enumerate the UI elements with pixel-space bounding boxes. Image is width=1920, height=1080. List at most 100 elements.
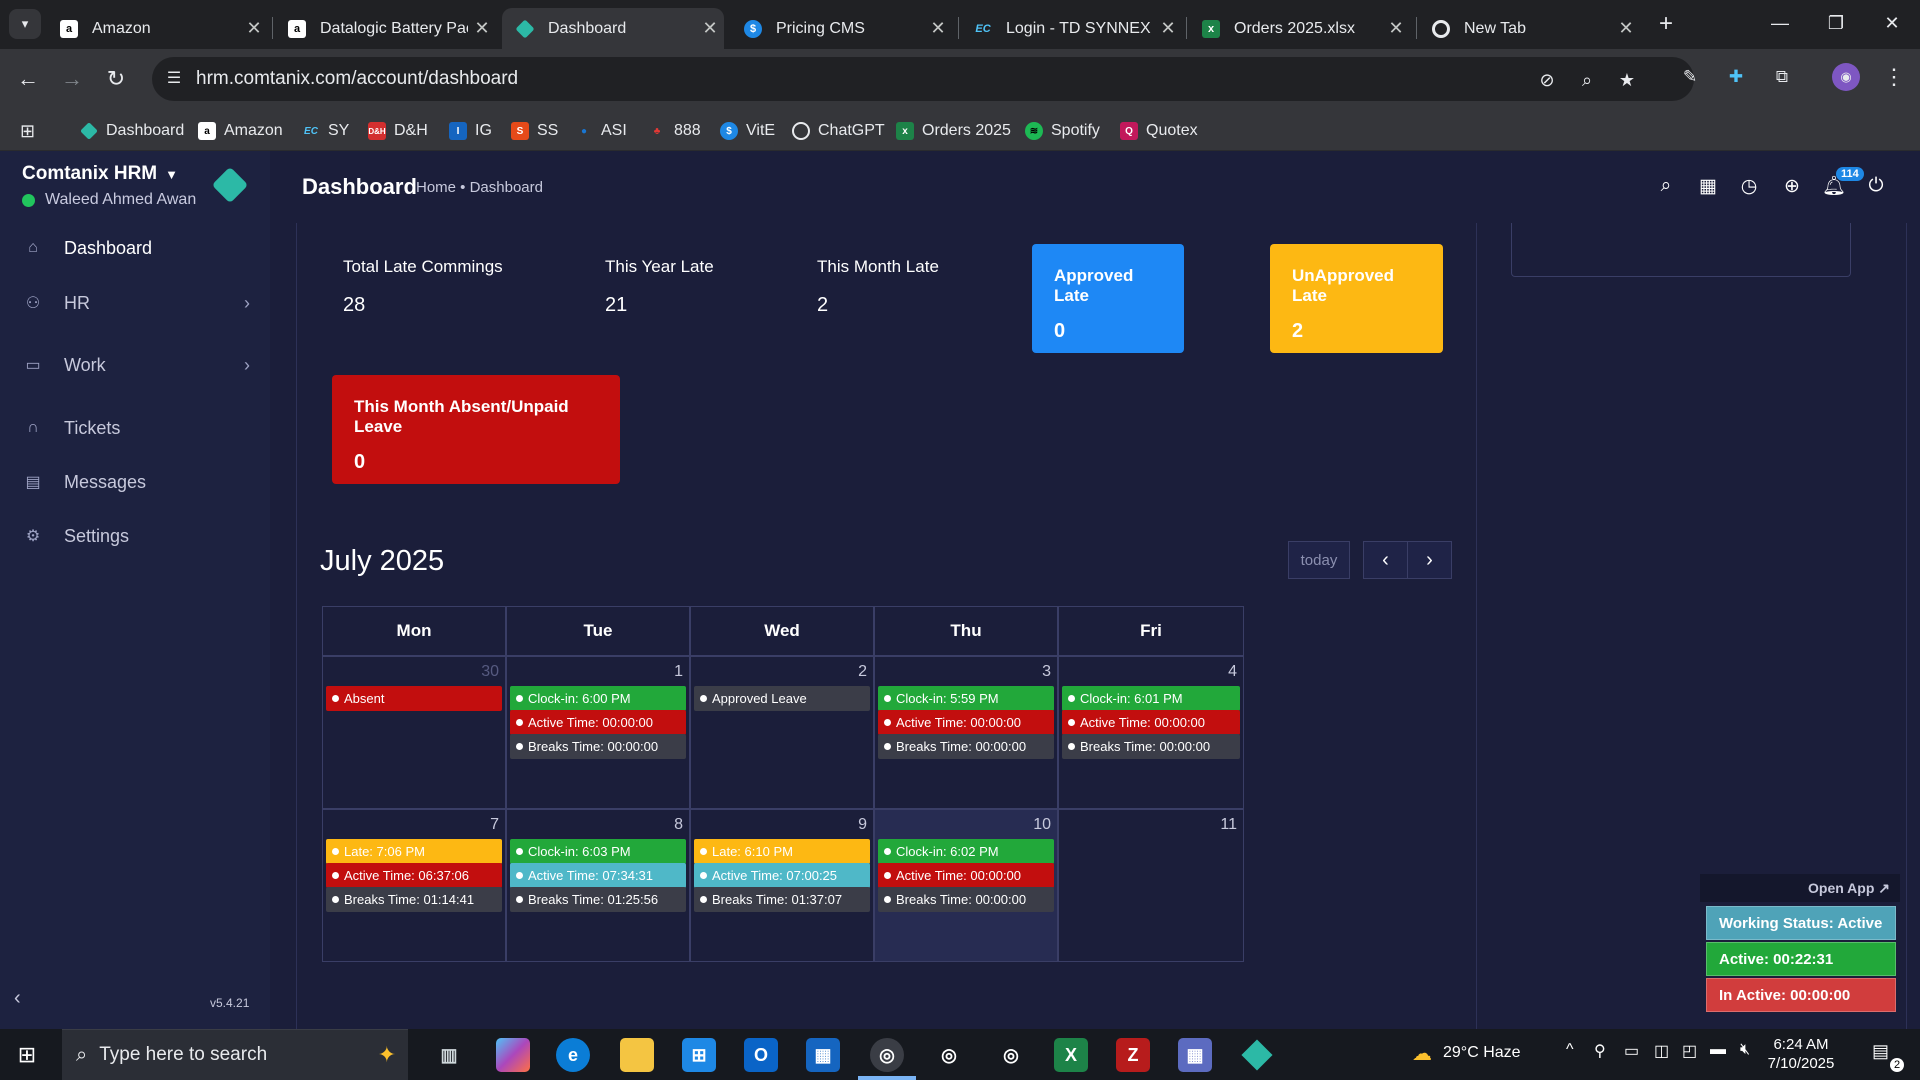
tab-new-tab[interactable]: New Tab ✕ [1418, 8, 1640, 49]
power-icon[interactable]: ⏻ [1863, 173, 1889, 199]
sidebar-item-tickets[interactable]: ∩ Tickets [0, 408, 270, 448]
calendar-day-number[interactable]: 30 [481, 663, 499, 681]
calendar-event[interactable]: Breaks Time: 00:00:00 [878, 887, 1054, 912]
network-icon[interactable]: ⚲ [1594, 1041, 1606, 1061]
calendar-event[interactable]: Breaks Time: 00:00:00 [878, 734, 1054, 759]
calendar-event[interactable]: Breaks Time: 01:37:07 [694, 887, 870, 912]
calendar-event[interactable]: Late: 6:10 PM [694, 839, 870, 864]
absent-leave-card[interactable]: This Month Absent/Unpaid Leave 0 [332, 375, 620, 484]
close-icon[interactable]: ✕ [1382, 18, 1410, 39]
tab-pricing-cms[interactable]: $ Pricing CMS ✕ [730, 8, 952, 49]
clock-icon[interactable]: ◷ [1736, 173, 1762, 199]
bookmark-dh[interactable]: D&H D&H [368, 120, 428, 142]
calendar-event[interactable]: Active Time: 00:00:00 [1062, 710, 1240, 735]
extension-feather-icon[interactable]: ✎ [1676, 63, 1704, 91]
calendar-app-icon[interactable]: ▦ [806, 1038, 840, 1072]
company-switcher[interactable]: Comtanix HRM ▼ [22, 163, 178, 185]
sidebar-item-messages[interactable]: ▤ Messages [0, 462, 270, 502]
calendar-day-cell[interactable]: 11 [1058, 809, 1244, 962]
calendar-day-number[interactable]: 3 [1042, 663, 1051, 681]
battery-icon[interactable]: ▬ [1710, 1041, 1726, 1059]
file-explorer-icon[interactable] [620, 1038, 654, 1072]
calendar-event[interactable]: Active Time: 00:00:00 [510, 710, 686, 735]
tab-amazon[interactable]: a Amazon ✕ [46, 8, 268, 49]
calendar-prev-button[interactable]: ‹ [1363, 541, 1408, 579]
calendar-event[interactable]: Approved Leave [694, 686, 870, 711]
calendar-day-number[interactable]: 2 [858, 663, 867, 681]
chrome-icon[interactable]: ◎ [932, 1038, 966, 1072]
chrome-icon[interactable]: ◎ [870, 1038, 904, 1072]
address-bar[interactable]: ☰ hrm.comtanix.com/account/dashboard ⊘ ⌕… [152, 57, 1694, 101]
calendar-day-number[interactable]: 10 [1033, 816, 1051, 834]
sidebar-item-settings[interactable]: ⚙ Settings [0, 516, 270, 556]
apps-grid-icon[interactable]: ⊞ [20, 120, 35, 142]
minimize-button[interactable]: — [1752, 0, 1808, 46]
calendar-event[interactable]: Breaks Time: 00:00:00 [510, 734, 686, 759]
calendar-day-cell-today[interactable]: 10 Clock-in: 6:02 PM Active Time: 00:00:00… [874, 809, 1058, 962]
calendar-event[interactable]: Active Time: 07:34:31 [510, 863, 686, 888]
bookmark-star-icon[interactable]: ★ [1614, 67, 1640, 93]
calendar-event[interactable]: Clock-in: 6:02 PM [878, 839, 1054, 864]
system-clock[interactable]: 6:24 AM 7/10/2025 [1756, 1035, 1846, 1073]
meet-icon[interactable]: ◫ [1654, 1041, 1669, 1061]
zoom-icon[interactable]: ⌕ [1574, 67, 1600, 93]
calendar-day-cell[interactable]: 2 Approved Leave [690, 656, 874, 809]
calculator-icon[interactable]: ▦ [1178, 1038, 1212, 1072]
calendar-day-number[interactable]: 8 [674, 816, 683, 834]
excel-icon[interactable]: X [1054, 1038, 1088, 1072]
task-view-icon[interactable]: ▥ [432, 1038, 466, 1072]
calendar-event[interactable]: Active Time: 00:00:00 [878, 710, 1054, 735]
notes-icon[interactable]: ▦ [1695, 173, 1721, 199]
close-icon[interactable]: ✕ [1154, 18, 1182, 39]
bookmark-ss[interactable]: S SS [511, 120, 558, 142]
calendar-event[interactable]: Breaks Time: 00:00:00 [1062, 734, 1240, 759]
weather-text[interactable]: 29°C Haze [1443, 1044, 1521, 1062]
calendar-day-cell[interactable]: 1 Clock-in: 6:00 PM Active Time: 00:00:00 B… [506, 656, 690, 809]
calendar-event[interactable]: Active Time: 06:37:06 [326, 863, 502, 888]
collapse-sidebar-button[interactable]: ‹ [14, 987, 21, 1010]
calendar-day-number[interactable]: 7 [490, 816, 499, 834]
open-app-button[interactable]: Open App ↗ [1700, 874, 1900, 902]
tab-td-synnex[interactable]: EC Login - TD SYNNEX ✕ [960, 8, 1182, 49]
bookmark-sy[interactable]: EC SY [302, 120, 349, 142]
calendar-day-number[interactable]: 9 [858, 816, 867, 834]
location-blocked-icon[interactable]: ⊘ [1534, 67, 1560, 93]
profile-avatar-icon[interactable]: ◉ [1832, 63, 1860, 91]
extension-puzzle-blue-icon[interactable]: ✚ [1722, 63, 1750, 91]
calendar-event[interactable]: Breaks Time: 01:14:41 [326, 887, 502, 912]
forward-button[interactable]: → [56, 63, 88, 95]
close-icon[interactable]: ✕ [240, 18, 268, 39]
calendar-event[interactable]: Absent [326, 686, 502, 711]
reload-button[interactable]: ↻ [100, 63, 132, 95]
calendar-event[interactable]: Active Time: 07:00:25 [694, 863, 870, 888]
close-icon[interactable]: ✕ [468, 18, 496, 39]
calendar-day-cell[interactable]: 7 Late: 7:06 PM Active Time: 06:37:06 Break… [322, 809, 506, 962]
bookmark-amazon[interactable]: a Amazon [198, 120, 283, 142]
display-icon[interactable]: ▭ [1624, 1041, 1639, 1061]
calendar-day-cell[interactable]: 3 Clock-in: 5:59 PM Active Time: 00:00:00 B… [874, 656, 1058, 809]
wifi-icon[interactable]: ◰ [1682, 1041, 1697, 1061]
close-window-button[interactable]: ✕ [1864, 0, 1920, 46]
taskbar-search-box[interactable]: ⌕ Type here to search ✦ [62, 1029, 408, 1080]
calendar-day-cell[interactable]: 9 Late: 6:10 PM Active Time: 07:00:25 Break… [690, 809, 874, 962]
search-icon[interactable]: ⌕ [1653, 173, 1679, 199]
calendar-event[interactable]: Active Time: 00:00:00 [878, 863, 1054, 888]
filezilla-icon[interactable]: Z [1116, 1038, 1150, 1072]
tab-dashboard[interactable]: Dashboard ✕ [502, 8, 724, 49]
calendar-day-number[interactable]: 1 [674, 663, 683, 681]
calendar-event[interactable]: Clock-in: 5:59 PM [878, 686, 1054, 711]
close-icon[interactable]: ✕ [1612, 18, 1640, 39]
outlook-icon[interactable]: O [744, 1038, 778, 1072]
close-icon[interactable]: ✕ [924, 18, 952, 39]
chrome-icon[interactable]: ◎ [994, 1038, 1028, 1072]
bookmark-asi[interactable]: ● ASI [575, 120, 627, 142]
calendar-day-number[interactable]: 11 [1220, 816, 1237, 834]
volume-muted-icon[interactable]: 🔇︎ [1740, 1041, 1750, 1059]
tab-search-button[interactable]: ▾ [9, 9, 41, 39]
tab-datalogic[interactable]: a Datalogic Battery Pac ✕ [274, 8, 496, 49]
tray-chevron-up-icon[interactable]: ^ [1566, 1041, 1574, 1059]
sidebar-item-work[interactable]: ▭ Work › [0, 345, 270, 385]
calendar-today-button[interactable]: today [1288, 541, 1350, 579]
windows-start-icon[interactable]: ⊞ [12, 1041, 42, 1069]
copilot-app-icon[interactable] [496, 1038, 530, 1072]
